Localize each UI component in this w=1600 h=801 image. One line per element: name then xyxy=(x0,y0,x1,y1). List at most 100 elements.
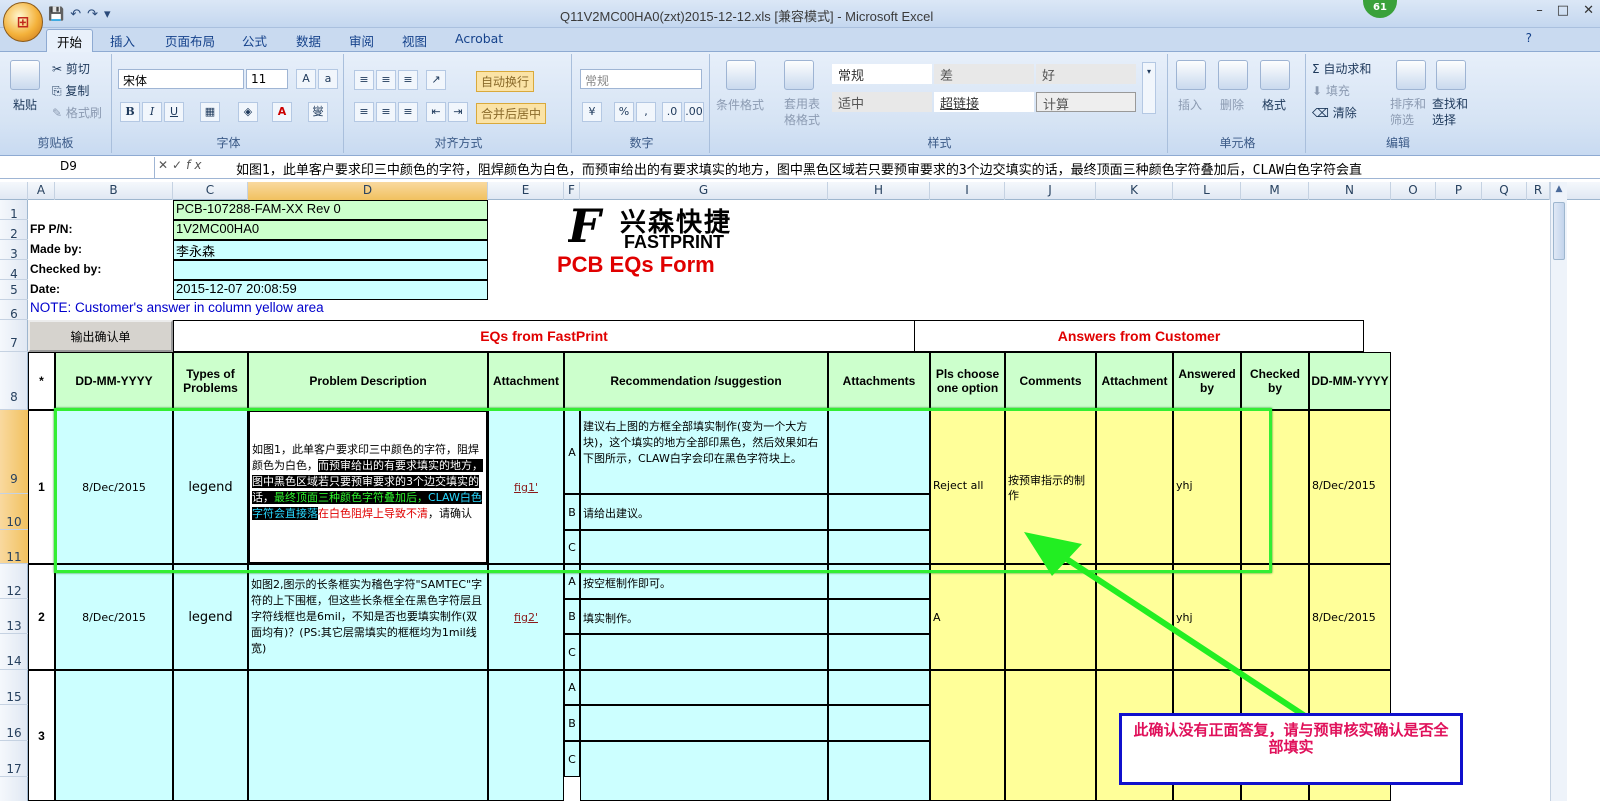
save-icon[interactable]: 💾 xyxy=(48,7,64,22)
increase-decimal-button[interactable]: .0 xyxy=(662,102,682,122)
eq3-recommendation-b[interactable] xyxy=(580,705,828,741)
eq3-recommendation-c[interactable] xyxy=(580,741,828,801)
row-header[interactable]: 10 xyxy=(0,494,28,530)
column-header[interactable]: I xyxy=(930,182,1005,200)
made-by-value[interactable]: 李永森 xyxy=(173,240,488,260)
row-header[interactable]: 11 xyxy=(0,530,28,564)
eq3-number[interactable]: 3 xyxy=(28,670,55,801)
insert-cells-button[interactable]: 插入 xyxy=(1178,96,1202,113)
fill-button[interactable]: ⬇ 填充 xyxy=(1312,82,1350,99)
sort-filter-button[interactable]: 排序和筛选 xyxy=(1390,96,1430,128)
eq3-date[interactable] xyxy=(55,670,173,801)
row-header[interactable]: 4 xyxy=(0,260,28,281)
column-header[interactable]: Q xyxy=(1482,182,1527,200)
worksheet[interactable]: FP P/N: Made by: Checked by: Date: PCB-1… xyxy=(28,200,1550,801)
percent-button[interactable]: % xyxy=(614,102,634,122)
row-header[interactable]: 17 xyxy=(0,741,28,777)
column-header[interactable]: F xyxy=(564,182,580,200)
eq2-attachments-b[interactable] xyxy=(828,599,930,634)
column-header[interactable]: O xyxy=(1391,182,1436,200)
decrease-decimal-button[interactable]: .00 xyxy=(684,102,704,122)
comma-button[interactable]: , xyxy=(636,102,656,122)
tab-acrobat[interactable]: Acrobat xyxy=(455,31,503,46)
column-header[interactable]: A xyxy=(28,182,55,200)
export-confirmation-button[interactable]: 输出确认单 xyxy=(28,320,173,352)
help-icon[interactable]: ? xyxy=(1526,31,1532,45)
eq2-attachments-c[interactable] xyxy=(828,634,930,670)
style-normal[interactable]: 常规 xyxy=(832,64,932,84)
eq3-recommendation-a[interactable] xyxy=(580,670,828,705)
column-header[interactable]: C xyxy=(173,182,248,200)
row-header[interactable]: 7 xyxy=(0,320,28,352)
eq3-attachments-c[interactable] xyxy=(828,741,930,801)
eq3-description[interactable] xyxy=(248,670,488,801)
row-header[interactable]: 6 xyxy=(0,300,28,321)
shrink-font-button[interactable]: a xyxy=(318,69,338,89)
tab-home[interactable]: 开始 xyxy=(46,29,94,52)
decrease-indent-button[interactable]: ⇤ xyxy=(426,102,446,122)
align-bottom-button[interactable]: ≡ xyxy=(398,70,418,90)
underline-button[interactable]: U xyxy=(164,102,184,122)
scroll-thumb[interactable] xyxy=(1553,202,1565,260)
find-select-button[interactable]: 查找和选择 xyxy=(1432,96,1472,128)
eq2-number[interactable]: 2 xyxy=(28,564,55,670)
styles-scroll-button[interactable]: ▾ xyxy=(1142,62,1156,114)
border-button[interactable]: ▦ xyxy=(200,102,220,122)
eq2-description[interactable]: 如图2,图示的长条框实为稽色字符"SAMTEC"字符的上下围框，但这些长条框全在… xyxy=(248,564,488,670)
office-button[interactable]: ⊞ xyxy=(3,2,43,42)
italic-button[interactable]: I xyxy=(142,102,162,122)
eq2-attachment-link[interactable]: fig2' xyxy=(488,564,564,670)
tab-formulas[interactable]: 公式 xyxy=(242,31,267,50)
annotation-text-box[interactable]: 此确认没有正面答复，请与预审核实确认是否全部填实 xyxy=(1119,713,1463,785)
format-cells-button[interactable]: 格式 xyxy=(1262,96,1286,113)
column-header[interactable]: L xyxy=(1173,182,1241,200)
column-header[interactable]: B xyxy=(55,182,173,200)
row-header[interactable]: 1 xyxy=(0,200,28,221)
row-header[interactable]: 13 xyxy=(0,599,28,634)
select-all-corner[interactable] xyxy=(0,182,28,200)
eq2-date[interactable]: 8/Dec/2015 xyxy=(55,564,173,670)
phonetic-button[interactable]: 燮 xyxy=(308,102,328,122)
row-header[interactable]: 2 xyxy=(0,220,28,241)
fx-icon[interactable]: fx xyxy=(186,158,205,172)
column-header[interactable]: E xyxy=(488,182,564,200)
style-good[interactable]: 好 xyxy=(1036,64,1136,84)
tab-view[interactable]: 视图 xyxy=(402,31,427,50)
vertical-scrollbar[interactable]: ▲ xyxy=(1550,182,1567,801)
copy-button[interactable]: ⎘ 复制 xyxy=(52,82,89,99)
eq2-recommendation-c[interactable] xyxy=(580,634,828,670)
format-table-button[interactable]: 套用表格格式 xyxy=(784,96,824,128)
eq3-attachments-b[interactable] xyxy=(828,705,930,741)
tab-data[interactable]: 数据 xyxy=(296,31,321,50)
align-center-button[interactable]: ≡ xyxy=(376,102,396,122)
style-hyperlink[interactable]: 超链接 xyxy=(934,92,1034,112)
column-header[interactable]: G xyxy=(580,182,828,200)
currency-button[interactable]: ¥ xyxy=(582,102,602,122)
tab-page-layout[interactable]: 页面布局 xyxy=(165,31,215,50)
tab-review[interactable]: 审阅 xyxy=(349,31,374,50)
scroll-up-arrow-icon[interactable]: ▲ xyxy=(1553,184,1565,198)
row-header[interactable]: 15 xyxy=(0,670,28,705)
align-left-button[interactable]: ≡ xyxy=(354,102,374,122)
merge-center-button[interactable]: 合并后居中 xyxy=(476,103,547,124)
grow-font-button[interactable]: A xyxy=(296,69,316,89)
font-name-select[interactable]: 宋体 xyxy=(118,69,244,89)
clear-button[interactable]: ⌫ 清除 xyxy=(1312,104,1357,121)
column-header[interactable]: D xyxy=(248,182,488,200)
name-box[interactable]: D9 xyxy=(0,157,155,178)
style-neutral[interactable]: 适中 xyxy=(832,92,932,112)
column-header[interactable]: M xyxy=(1241,182,1309,200)
eq3-attachment[interactable] xyxy=(488,670,564,801)
increase-indent-button[interactable]: ⇥ xyxy=(448,102,468,122)
cut-button[interactable]: ✂ 剪切 xyxy=(52,60,90,77)
style-bad[interactable]: 差 xyxy=(934,64,1034,84)
paste-button[interactable]: 粘贴 xyxy=(13,96,37,113)
redo-icon[interactable]: ↷ xyxy=(87,7,98,22)
number-format-select[interactable]: 常规 xyxy=(580,69,702,89)
row-header[interactable]: 14 xyxy=(0,634,28,670)
style-calculation[interactable]: 计算 xyxy=(1036,92,1136,113)
align-right-button[interactable]: ≡ xyxy=(398,102,418,122)
row-header[interactable]: 8 xyxy=(0,352,28,410)
minimize-button[interactable]: – xyxy=(1536,3,1543,18)
part-number-cell[interactable]: PCB-107288-FAM-XX Rev 0 xyxy=(173,200,488,220)
